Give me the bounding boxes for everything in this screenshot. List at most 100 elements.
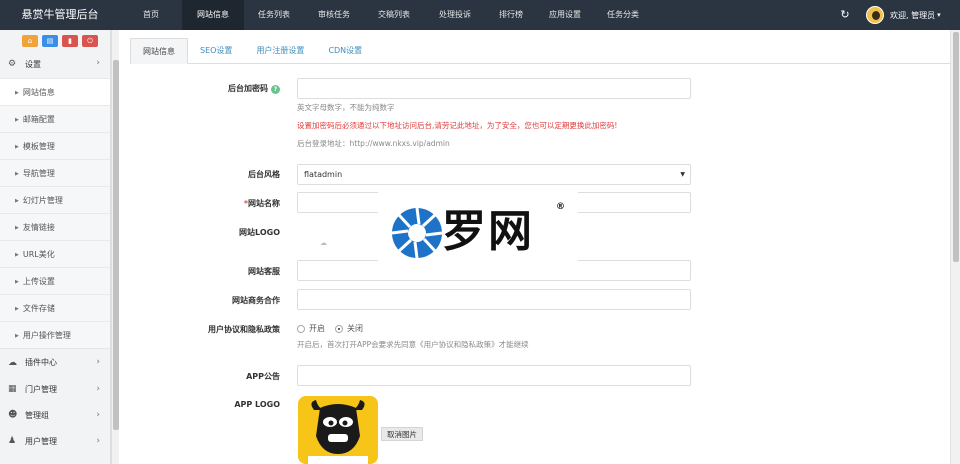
sidebar-item-upload[interactable]: ▶ 上传设置 [0, 267, 110, 294]
nav-item-leaderboard[interactable]: 排行榜 [486, 0, 536, 30]
sidebar-item-templates[interactable]: ▶ 模板管理 [0, 132, 110, 159]
main-nav: 首页 网站信息 任务列表 审核任务 交稿列表 处理投诉 排行榜 应用设置 任务分… [120, 0, 652, 30]
sidebar-group-plugins[interactable]: ☁ 插件中心 › [0, 348, 110, 376]
settings-tabs: 网站信息 SEO设置 用户注册设置 CDN设置 [130, 38, 950, 64]
hint-alnum: 英文字母数字，不能为纯数字 [297, 103, 395, 112]
chevron-down-icon: ▼ [680, 171, 685, 178]
users-icon: ☻ [8, 410, 18, 420]
app-notice-label: APP公告 [246, 372, 280, 381]
sidebar-group-label: 设置 [25, 59, 41, 69]
scrollbar-thumb[interactable] [113, 60, 119, 430]
sidebar-group-label: 管理组 [25, 410, 49, 420]
caret-right-icon: ▶ [15, 198, 19, 204]
nav-item-home[interactable]: 首页 [120, 0, 182, 30]
sidebar: ⌂ ▤ ▮ ⏻ ⚙ 设置 › ▶ 网站信息 ▶ 邮箱配置 ▶ 模板管理 ▶ 导航管理 ▶… [0, 30, 111, 464]
user-icon: ♟ [8, 436, 17, 446]
sidebar-scrollbar[interactable] [111, 30, 119, 464]
tab-site-info[interactable]: 网站信息 [130, 38, 188, 64]
site-name-label: *网站名称 [120, 198, 280, 209]
nav-item-complaints[interactable]: 处理投诉 [424, 0, 486, 30]
cloud-icon: ☁ [8, 357, 17, 368]
grid-icon: ▦ [8, 384, 17, 394]
sidebar-item-storage[interactable]: ▶ 文件存储 [0, 294, 110, 321]
sidebar-group-settings[interactable]: ⚙ 设置 › [0, 50, 110, 78]
nav-item-review-tasks[interactable]: 审核任务 [304, 0, 364, 30]
caret-right-icon: ▶ [15, 117, 19, 123]
question-icon[interactable]: ? [271, 85, 280, 94]
agreement-label: 用户协议和隐私政策 [208, 325, 280, 334]
nav-item-task-list[interactable]: 任务列表 [244, 0, 304, 30]
main-scrollbar[interactable] [950, 30, 960, 464]
agreement-hint: 开启后，首次打开APP会要求先同意《用户协议和隐私政策》才能继续 [297, 340, 529, 349]
trash-icon[interactable]: ▮ [62, 35, 78, 47]
radio-off-label: 关闭 [347, 324, 363, 333]
caret-right-icon: ▶ [15, 171, 19, 177]
sidebar-item-links[interactable]: ▶ 友情链接 [0, 213, 110, 240]
label-text: 后台加密码 [228, 84, 268, 93]
nav-item-app-settings[interactable]: 应用设置 [536, 0, 594, 30]
avatar [866, 6, 884, 24]
watermark-logo-icon [391, 207, 443, 259]
tab-seo[interactable]: SEO设置 [188, 38, 244, 64]
logo-preview[interactable]: ☁ [320, 239, 332, 247]
chevron-right-icon: › [96, 357, 100, 367]
radio-on[interactable] [297, 324, 305, 333]
brand-title[interactable]: 悬赏牛管理后台 [0, 0, 120, 30]
nav-item-submissions[interactable]: 交稿列表 [364, 0, 424, 30]
nav-item-site-info[interactable]: 网站信息 [182, 0, 244, 30]
sidebar-item-slides[interactable]: ▶ 幻灯片管理 [0, 186, 110, 213]
sidebar-group-portal[interactable]: ▦ 门户管理 › [0, 376, 110, 402]
scrollbar-thumb[interactable] [953, 32, 959, 262]
caret-right-icon: ▶ [15, 279, 19, 285]
sidebar-item-label: 用户操作管理 [22, 331, 71, 340]
hint-login-url: 后台登录地址：http://www.nkxs.vip/admin [297, 139, 450, 148]
admin-code-input[interactable] [297, 78, 691, 99]
cancel-image-button[interactable]: 取消图片 [381, 427, 423, 441]
tab-register[interactable]: 用户注册设置 [244, 38, 316, 64]
home-icon[interactable]: ⌂ [22, 35, 38, 47]
user-name: 欢迎, 管理员 [890, 10, 936, 20]
biz-label: 网站商务合作 [232, 296, 280, 305]
radio-on-label: 开启 [309, 324, 325, 333]
watermark-text: 罗网 [442, 206, 534, 257]
chevron-down-icon: ▾ [937, 11, 941, 19]
chevron-right-icon: › [96, 384, 100, 394]
sidebar-item-label: 导航管理 [22, 169, 55, 178]
sidebar-group-users[interactable]: ♟ 用户管理 › [0, 428, 110, 454]
sidebar-item-email[interactable]: ▶ 邮箱配置 [0, 105, 110, 132]
admin-code-label: 后台加密码? [120, 83, 280, 94]
top-navbar: 悬赏牛管理后台 首页 网站信息 任务列表 审核任务 交稿列表 处理投诉 排行榜 … [0, 0, 960, 30]
tab-cdn[interactable]: CDN设置 [316, 38, 374, 64]
service-label: 网站客服 [248, 267, 280, 276]
app-notice-input[interactable] [297, 365, 691, 386]
bull-mascot-icon [298, 396, 378, 464]
user-menu[interactable]: 欢迎, 管理员 ▾ [866, 5, 941, 25]
agreement-radios: 开启 关闭 [297, 323, 373, 334]
radio-off[interactable] [335, 324, 343, 333]
biz-input[interactable] [297, 289, 691, 310]
power-icon[interactable]: ⏻ [82, 35, 98, 47]
caret-right-icon: ▶ [15, 90, 19, 96]
chevron-right-icon: › [96, 436, 100, 446]
style-select[interactable]: flatadmin ▼ [297, 164, 691, 185]
app-logo-label: APP LOGO [234, 400, 280, 409]
caret-right-icon: ▶ [15, 252, 19, 258]
sidebar-shortcuts: ⌂ ▤ ▮ ⏻ [0, 30, 110, 50]
sidebar-item-url[interactable]: ▶ URL美化 [0, 240, 110, 267]
app-logo-image[interactable] [298, 396, 378, 464]
refresh-icon[interactable]: ↻ [838, 8, 852, 22]
chevron-right-icon: › [96, 58, 100, 68]
chevron-right-icon: › [96, 410, 100, 420]
sidebar-item-label: 上传设置 [22, 277, 55, 286]
watermark-registered: ® [556, 202, 565, 212]
sidebar-group-admins[interactable]: ☻ 管理组 › [0, 402, 110, 428]
sidebar-item-label: 网站信息 [22, 88, 55, 97]
sidebar-group-label: 门户管理 [25, 384, 57, 394]
sidebar-item-user-actions[interactable]: ▶ 用户操作管理 [0, 321, 110, 348]
nav-item-task-categories[interactable]: 任务分类 [594, 0, 652, 30]
hint-warning: 设置加密码后必须通过以下地址访问后台,请劳记此地址，为了安全，您也可以定期更换此… [297, 121, 618, 130]
sidebar-item-site-info[interactable]: ▶ 网站信息 [0, 78, 110, 105]
watermark: 罗网 ® [378, 190, 578, 270]
sidebar-item-navigation[interactable]: ▶ 导航管理 [0, 159, 110, 186]
document-icon[interactable]: ▤ [42, 35, 58, 47]
